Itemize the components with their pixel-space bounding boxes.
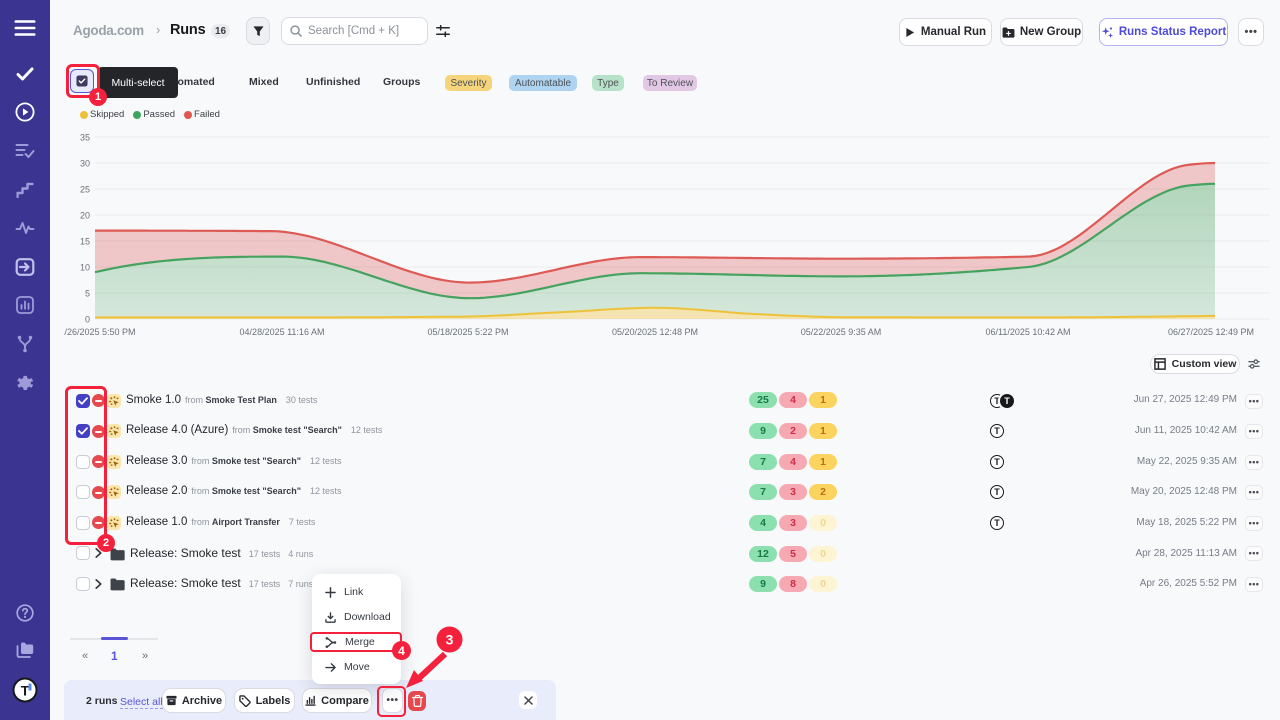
svg-text:10: 10	[80, 263, 90, 273]
svg-text:35: 35	[80, 133, 90, 143]
svg-text:25: 25	[80, 185, 90, 195]
svg-text:15: 15	[80, 237, 90, 247]
svg-text:04/26/2025 5:50 PM: 04/26/2025 5:50 PM	[54, 327, 135, 337]
svg-text:04/28/2025 11:16 AM: 04/28/2025 11:16 AM	[240, 327, 325, 337]
svg-text:06/11/2025 10:42 AM: 06/11/2025 10:42 AM	[986, 327, 1071, 337]
svg-text:06/27/2025 12:49 PM: 06/27/2025 12:49 PM	[1168, 327, 1254, 337]
svg-text:30: 30	[80, 159, 90, 169]
svg-text:3: 3	[446, 632, 454, 648]
svg-text:05/20/2025 12:48 PM: 05/20/2025 12:48 PM	[612, 327, 698, 337]
svg-text:05/18/2025 5:22 PM: 05/18/2025 5:22 PM	[427, 327, 508, 337]
svg-text:05/22/2025 9:35 AM: 05/22/2025 9:35 AM	[801, 327, 882, 337]
svg-text:0: 0	[85, 315, 90, 325]
svg-text:20: 20	[80, 211, 90, 221]
svg-text:5: 5	[85, 289, 90, 299]
